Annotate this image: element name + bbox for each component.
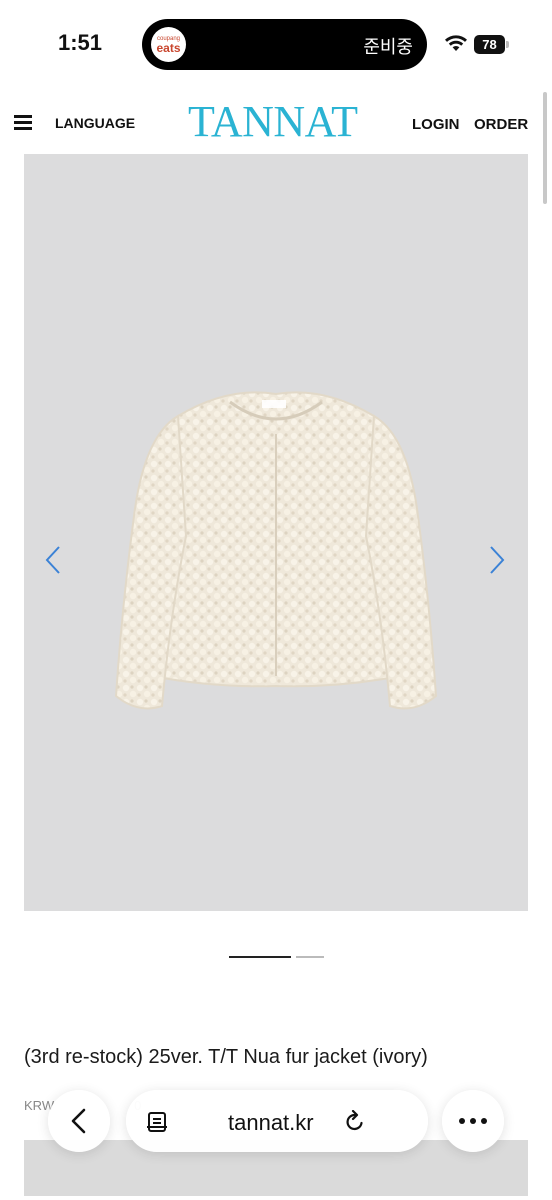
login-link[interactable]: LOGIN — [412, 116, 460, 133]
pagination-indicator[interactable] — [296, 956, 324, 958]
site-header: LANGUAGE TANNAT LOGIN ORDER — [0, 88, 552, 154]
order-link[interactable]: ORDER — [474, 116, 528, 133]
site-logo[interactable]: TANNAT — [188, 100, 358, 144]
back-button[interactable] — [48, 1090, 110, 1152]
battery-indicator: 78 — [474, 35, 510, 54]
status-bar: 1:51 coupang eats 준비중 78 — [0, 0, 552, 88]
dynamic-island[interactable]: coupang eats 준비중 — [142, 19, 427, 70]
product-image-gallery[interactable] — [24, 154, 528, 911]
gallery-pagination — [229, 956, 325, 960]
language-link[interactable]: LANGUAGE — [55, 115, 135, 131]
status-time: 1:51 — [58, 30, 103, 55]
chevron-left-icon — [71, 1108, 86, 1134]
hamburger-menu-icon[interactable] — [14, 115, 32, 131]
more-options-button[interactable] — [442, 1090, 504, 1152]
address-bar[interactable]: tannat.kr — [126, 1090, 428, 1152]
chevron-left-icon[interactable] — [42, 544, 64, 576]
product-title: (3rd re-stock) 25ver. T/T Nua fur jacket… — [24, 1046, 428, 1068]
reload-icon[interactable] — [344, 1110, 366, 1134]
url-text[interactable]: tannat.kr — [228, 1110, 314, 1136]
wifi-icon — [445, 35, 467, 51]
browser-toolbar: tannat.kr — [0, 1086, 552, 1156]
island-status-text: 준비중 — [363, 37, 413, 58]
reader-mode-icon[interactable] — [146, 1111, 168, 1133]
island-app-name-label: eats — [156, 40, 181, 55]
coupang-eats-icon: coupang eats — [151, 27, 186, 62]
pagination-active-indicator[interactable] — [229, 956, 291, 958]
page-scrollbar[interactable] — [543, 92, 547, 204]
jacket-photo — [114, 391, 438, 710]
battery-level: 78 — [482, 37, 497, 52]
ellipsis-icon — [459, 1118, 487, 1124]
chevron-right-icon[interactable] — [486, 544, 508, 576]
